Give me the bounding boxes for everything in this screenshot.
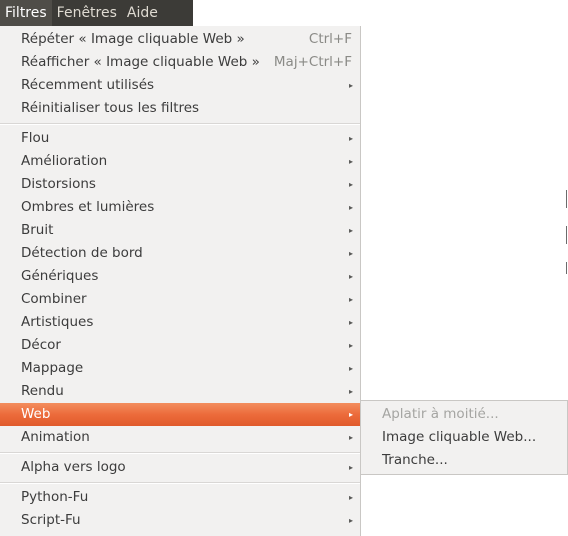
menu-item-label: Rendu bbox=[21, 383, 64, 399]
submenu-item-label: Aplatir à moitié... bbox=[382, 406, 499, 422]
menu-item-label: Distorsions bbox=[21, 176, 96, 192]
menu-item-shortcut: Ctrl+F bbox=[308, 31, 352, 47]
menu-item-label: Artistiques bbox=[21, 314, 94, 330]
menu-item-combine[interactable]: Combiner ▸ bbox=[0, 288, 360, 311]
menu-item-animation[interactable]: Animation ▸ bbox=[0, 426, 360, 449]
submenu-arrow-icon: ▸ bbox=[348, 387, 353, 396]
menu-item-label: Script-Fu bbox=[21, 512, 81, 528]
submenu-arrow-icon: ▸ bbox=[348, 318, 353, 327]
menubar-fenetres[interactable]: Fenêtres bbox=[52, 0, 122, 26]
menu-item-recently-used[interactable]: Récemment utilisés ▸ bbox=[0, 74, 360, 97]
submenu-arrow-icon: ▸ bbox=[348, 463, 353, 472]
submenu-arrow-icon: ▸ bbox=[348, 249, 353, 258]
menubar: Filtres Fenêtres Aide bbox=[0, 0, 193, 26]
menu-item-enhance[interactable]: Amélioration ▸ bbox=[0, 150, 360, 173]
menu-item-label: Détection de bord bbox=[21, 245, 143, 261]
menu-item-shortcut: Maj+Ctrl+F bbox=[273, 54, 352, 70]
background-window-edge bbox=[566, 262, 567, 274]
menu-item-label: Web bbox=[21, 406, 51, 422]
menubar-filtres[interactable]: Filtres bbox=[0, 0, 52, 26]
submenu-arrow-icon: ▸ bbox=[348, 433, 353, 442]
menu-item-label: Répéter « Image cliquable Web » bbox=[21, 31, 245, 47]
menu-separator bbox=[0, 482, 360, 484]
submenu-item-slice[interactable]: Tranche... bbox=[361, 449, 567, 472]
submenu-arrow-icon: ▸ bbox=[348, 516, 353, 525]
submenu-item-label: Tranche... bbox=[382, 452, 448, 468]
menu-item-blur[interactable]: Flou ▸ bbox=[0, 127, 360, 150]
submenu-arrow-icon: ▸ bbox=[348, 493, 353, 502]
menu-item-label: Réinitialiser tous les filtres bbox=[21, 100, 200, 116]
menu-item-reshow[interactable]: Réafficher « Image cliquable Web » Maj+C… bbox=[0, 51, 360, 74]
menu-item-label: Récemment utilisés bbox=[21, 77, 155, 93]
submenu-arrow-icon: ▸ bbox=[348, 341, 353, 350]
background-window-edge bbox=[566, 226, 567, 244]
background-window-edge bbox=[566, 190, 567, 208]
submenu-arrow-icon: ▸ bbox=[348, 81, 353, 90]
menu-item-label: Mappage bbox=[21, 360, 84, 376]
menu-item-label: Ombres et lumières bbox=[21, 199, 155, 215]
submenu-arrow-icon: ▸ bbox=[348, 272, 353, 281]
submenu-item-image-map[interactable]: Image cliquable Web... bbox=[361, 426, 567, 449]
submenu-arrow-icon: ▸ bbox=[348, 134, 353, 143]
menu-item-repeat[interactable]: Répéter « Image cliquable Web » Ctrl+F bbox=[0, 28, 360, 51]
menubar-aide[interactable]: Aide bbox=[122, 0, 163, 26]
menu-item-label: Alpha vers logo bbox=[21, 459, 126, 475]
submenu-arrow-icon: ▸ bbox=[348, 364, 353, 373]
menu-item-label: Réafficher « Image cliquable Web » bbox=[21, 54, 260, 70]
menu-item-label: Combiner bbox=[21, 291, 87, 307]
menu-item-render[interactable]: Rendu ▸ bbox=[0, 380, 360, 403]
menu-item-label: Flou bbox=[21, 130, 50, 146]
submenu-arrow-icon: ▸ bbox=[348, 180, 353, 189]
menu-item-generic[interactable]: Génériques ▸ bbox=[0, 265, 360, 288]
web-submenu: Aplatir à moitié... Image cliquable Web.… bbox=[360, 400, 568, 475]
submenu-item-semi-flatten: Aplatir à moitié... bbox=[361, 403, 567, 426]
submenu-arrow-icon: ▸ bbox=[348, 295, 353, 304]
menu-item-label: Animation bbox=[21, 429, 90, 445]
filters-menu: Répéter « Image cliquable Web » Ctrl+F R… bbox=[0, 26, 361, 536]
menu-item-light-shadow[interactable]: Ombres et lumières ▸ bbox=[0, 196, 360, 219]
menu-item-web[interactable]: Web ▸ bbox=[0, 403, 360, 426]
submenu-item-label: Image cliquable Web... bbox=[382, 429, 537, 445]
menu-item-reset-filters[interactable]: Réinitialiser tous les filtres bbox=[0, 97, 360, 120]
menu-item-decor[interactable]: Décor ▸ bbox=[0, 334, 360, 357]
menu-item-edge-detect[interactable]: Détection de bord ▸ bbox=[0, 242, 360, 265]
menu-item-script-fu[interactable]: Script-Fu ▸ bbox=[0, 509, 360, 532]
submenu-arrow-icon: ▸ bbox=[348, 157, 353, 166]
menu-item-label: Décor bbox=[21, 337, 61, 353]
menu-separator bbox=[0, 123, 360, 125]
submenu-arrow-icon: ▸ bbox=[348, 203, 353, 212]
menu-item-label: Bruit bbox=[21, 222, 54, 238]
menu-item-alpha-to-logo[interactable]: Alpha vers logo ▸ bbox=[0, 456, 360, 479]
menu-item-distorts[interactable]: Distorsions ▸ bbox=[0, 173, 360, 196]
menu-item-noise[interactable]: Bruit ▸ bbox=[0, 219, 360, 242]
menu-item-python-fu[interactable]: Python-Fu ▸ bbox=[0, 486, 360, 509]
submenu-arrow-icon: ▸ bbox=[348, 410, 353, 419]
menu-item-label: Python-Fu bbox=[21, 489, 89, 505]
menu-separator bbox=[0, 452, 360, 454]
menu-item-label: Génériques bbox=[21, 268, 99, 284]
menu-item-map[interactable]: Mappage ▸ bbox=[0, 357, 360, 380]
submenu-arrow-icon: ▸ bbox=[348, 226, 353, 235]
menu-item-artistic[interactable]: Artistiques ▸ bbox=[0, 311, 360, 334]
menu-item-label: Amélioration bbox=[21, 153, 108, 169]
